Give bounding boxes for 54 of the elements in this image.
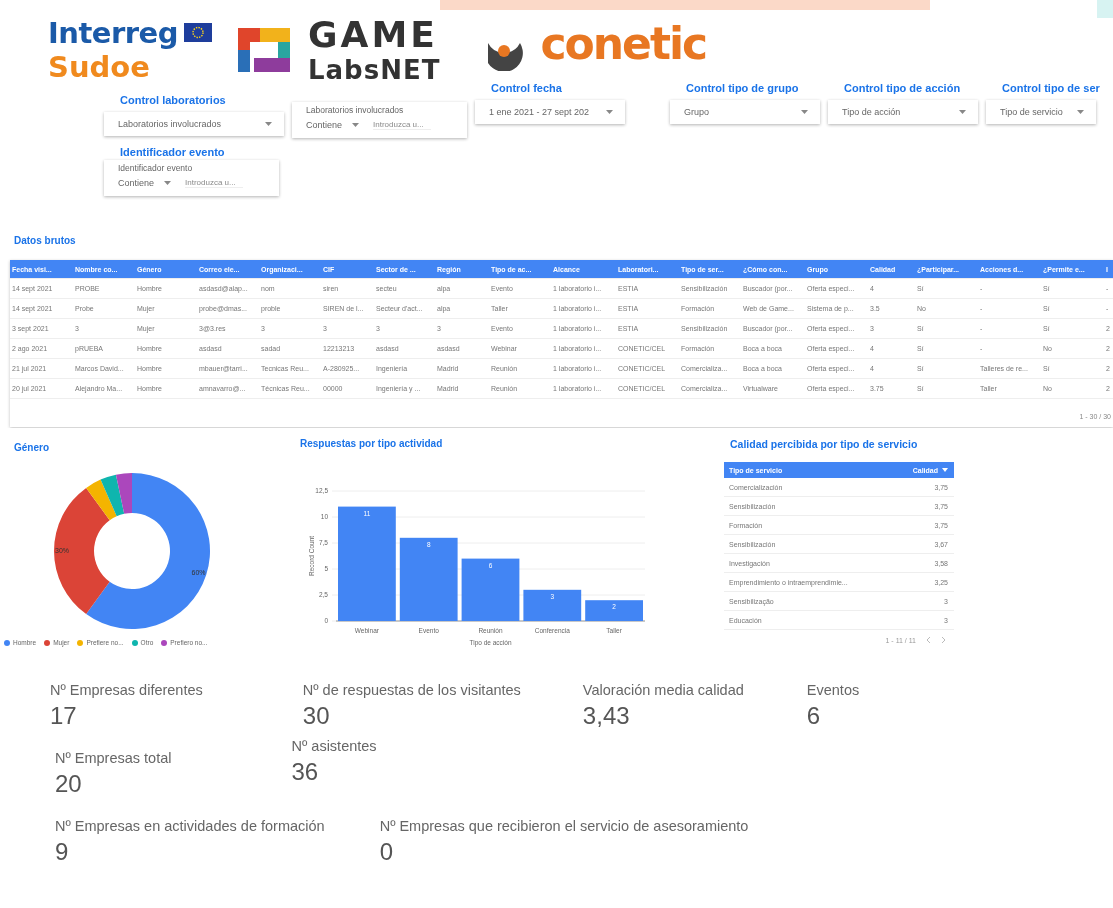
caret-icon: [352, 123, 360, 127]
dropdown[interactable]: Tipo de servicio: [986, 100, 1096, 124]
kpi-value: 3,43: [582, 702, 631, 730]
caret-icon: [801, 110, 808, 114]
kpi-value: 9: [55, 838, 70, 866]
control-title: Control fecha: [490, 82, 563, 96]
input-field[interactable]: Introduzca u...: [373, 120, 432, 130]
kpi-value: 0: [379, 838, 394, 866]
kpi-label: Nº Empresas total: [55, 750, 172, 766]
flag-icon: [184, 23, 212, 42]
input-field[interactable]: Introduzca u...: [185, 178, 244, 188]
kpi-value: 17: [50, 702, 78, 730]
filter-label: Identificador evento: [118, 163, 194, 173]
logo-text: Interreg: [48, 15, 178, 50]
sort-icon: [942, 468, 948, 472]
kpi-label: Nº Empresas en actividades de formación: [55, 818, 325, 834]
kpi-value: 6: [806, 702, 822, 730]
logo-text: Sudoe: [48, 49, 151, 84]
kpi-label: Nº Empresas que recibieron el servicio de asesoramiento: [379, 818, 749, 834]
dropdown[interactable]: Grupo: [670, 100, 820, 124]
caret-icon: [265, 122, 272, 126]
control-title: Control tipo de grupo: [685, 82, 800, 96]
chevron-left-icon[interactable]: [926, 636, 931, 644]
control-title: Control tipo de ser: [1001, 82, 1100, 96]
kpi-label: Nº Empresas diferentes: [50, 682, 203, 698]
control-title: Control laboratorios: [119, 94, 227, 108]
dropdown[interactable]: Laboratorios involucrados: [104, 112, 284, 136]
caret-icon: [164, 181, 172, 185]
kpi-label: Nº de respuestas de los visitantes: [302, 682, 521, 698]
chevron-right-icon[interactable]: [941, 636, 946, 644]
logo-text: GAME: [308, 14, 439, 55]
filter-label: Laboratorios involucrados: [306, 105, 405, 115]
control-title: Control tipo de acción: [843, 82, 962, 96]
kpi-value: 30: [302, 702, 331, 730]
dropdown[interactable]: 1 ene 2021 - 27 sept 202: [475, 100, 625, 124]
kpi-label: Valoración media calidad: [582, 682, 744, 698]
chart-title: Género: [14, 442, 49, 453]
chart-title: Calidad percibida por tipo de servicio: [730, 438, 918, 450]
operator-dropdown[interactable]: Contiene: [306, 120, 360, 130]
kpi-value: 20: [55, 770, 83, 798]
control-title: Identificador evento: [119, 146, 226, 160]
logo-text: LabsNET: [308, 55, 441, 85]
operator-dropdown[interactable]: Contiene: [118, 178, 172, 188]
section-title: Datos brutos: [14, 235, 76, 246]
caret-icon: [959, 110, 966, 114]
caret-icon: [606, 110, 613, 114]
logo-text: conetic: [540, 18, 707, 69]
caret-icon: [1077, 110, 1084, 114]
dropdown[interactable]: Tipo de acción: [828, 100, 978, 124]
chart-title: Respuestas por tipo actividad: [300, 438, 443, 449]
header-strip: [1097, 0, 1113, 18]
kpi-label: Eventos: [806, 682, 860, 698]
kpi-label: Nº asistentes: [291, 738, 377, 754]
kpi-value: 36: [291, 758, 320, 786]
